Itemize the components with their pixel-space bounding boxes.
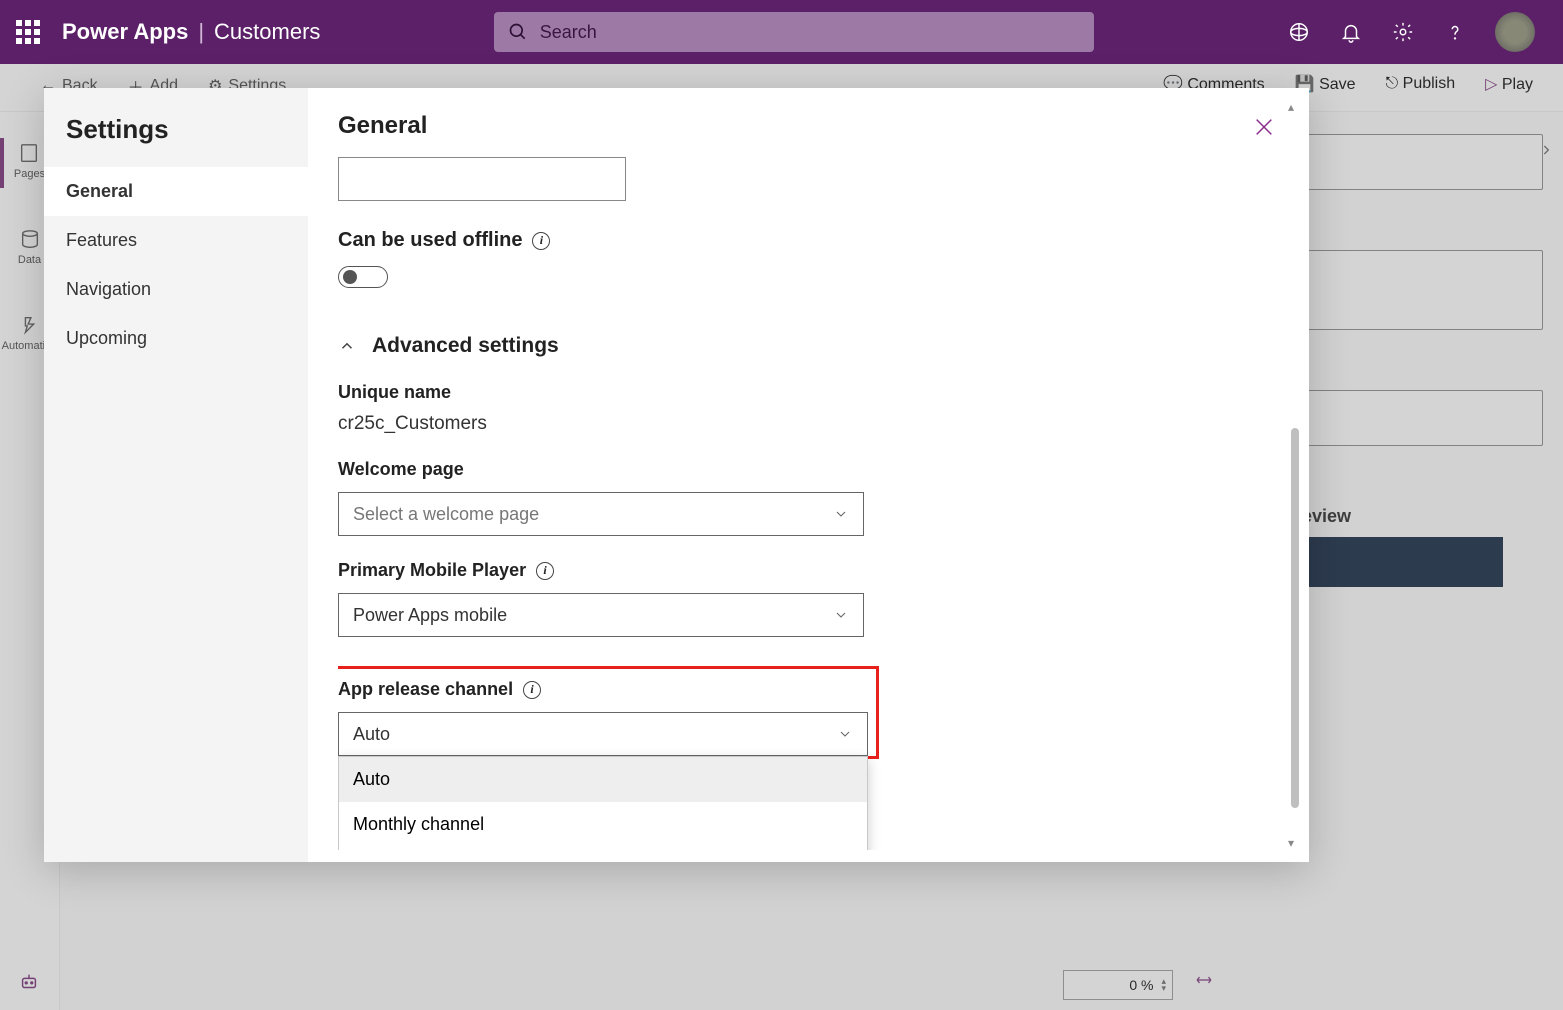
help-icon[interactable]	[1443, 20, 1467, 44]
advanced-settings-label: Advanced settings	[372, 334, 559, 358]
nav-general[interactable]: General	[44, 167, 308, 216]
offline-toggle[interactable]	[338, 266, 388, 288]
welcome-page-label: Welcome page	[338, 459, 864, 480]
chevron-down-icon	[837, 726, 853, 742]
dropdown-option[interactable]: Semi-annual channel	[339, 847, 867, 850]
truncated-input[interactable]	[338, 157, 626, 201]
unique-name-label: Unique name	[338, 382, 864, 403]
dropdown-option[interactable]: Monthly channel	[339, 802, 867, 847]
welcome-page-placeholder: Select a welcome page	[353, 504, 539, 525]
primary-mobile-label: Primary Mobile Player i	[338, 560, 864, 581]
release-channel-combo[interactable]: Auto	[338, 712, 868, 756]
settings-modal: Settings General Features Navigation Upc…	[44, 88, 1309, 862]
user-avatar[interactable]	[1495, 12, 1535, 52]
nav-features[interactable]: Features	[44, 216, 308, 265]
settings-main: General Can be used offline i Advanced s…	[308, 88, 1309, 862]
release-channel-label: App release channel i	[338, 679, 868, 700]
settings-gear-icon[interactable]	[1391, 20, 1415, 44]
search-icon	[508, 22, 528, 42]
brand-title: Power Apps | Customers	[62, 19, 320, 45]
brand-divider: |	[198, 19, 204, 45]
notifications-icon[interactable]	[1339, 20, 1363, 44]
global-search[interactable]	[494, 12, 1094, 52]
unique-name-field: Unique name cr25c_Customers	[338, 382, 864, 435]
environment-icon[interactable]	[1287, 20, 1311, 44]
welcome-page-field: Welcome page Select a welcome page	[338, 459, 864, 536]
scrollbar-thumb[interactable]	[1291, 428, 1299, 808]
chevron-down-icon	[833, 607, 849, 623]
chevron-down-icon	[833, 506, 849, 522]
search-input[interactable]	[540, 22, 1080, 43]
primary-mobile-field: Primary Mobile Player i Power Apps mobil…	[338, 560, 864, 637]
info-icon[interactable]: i	[523, 681, 541, 699]
nav-upcoming[interactable]: Upcoming	[44, 314, 308, 363]
chevron-up-icon	[338, 337, 356, 355]
primary-mobile-value: Power Apps mobile	[353, 605, 507, 626]
advanced-settings-header[interactable]: Advanced settings	[338, 334, 1271, 358]
app-launcher-icon[interactable]	[12, 16, 44, 48]
info-icon[interactable]: i	[536, 562, 554, 580]
primary-mobile-combo[interactable]: Power Apps mobile	[338, 593, 864, 637]
release-channel-dropdown: Auto Monthly channel Semi-annual channel	[338, 756, 868, 850]
app-header: Power Apps | Customers	[0, 0, 1563, 64]
offline-label: Can be used offline i	[338, 229, 1271, 252]
scroll-down-icon[interactable]: ▾	[1288, 836, 1294, 850]
settings-sidebar: Settings General Features Navigation Upc…	[44, 88, 308, 862]
release-channel-value: Auto	[353, 724, 390, 745]
app-name[interactable]: Customers	[214, 19, 320, 45]
scroll-up-icon[interactable]: ▴	[1288, 100, 1294, 114]
close-icon	[1253, 116, 1275, 138]
unique-name-value: cr25c_Customers	[338, 413, 864, 435]
release-channel-field: App release channel i Auto Auto Monthly …	[338, 669, 876, 756]
settings-section-heading: General	[338, 112, 427, 140]
dropdown-option[interactable]: Auto	[339, 757, 867, 802]
info-icon[interactable]: i	[532, 232, 550, 250]
welcome-page-combo[interactable]: Select a welcome page	[338, 492, 864, 536]
settings-scroll-region: Can be used offline i Advanced settings …	[338, 155, 1271, 850]
nav-navigation[interactable]: Navigation	[44, 265, 308, 314]
settings-title: Settings	[44, 88, 308, 167]
header-actions	[1287, 12, 1535, 52]
brand-name[interactable]: Power Apps	[62, 19, 188, 45]
close-button[interactable]	[1249, 112, 1279, 147]
main-area: ← Back ＋ Add ⚙ Settings 💬 Comments 💾 Sav…	[0, 64, 1563, 1010]
